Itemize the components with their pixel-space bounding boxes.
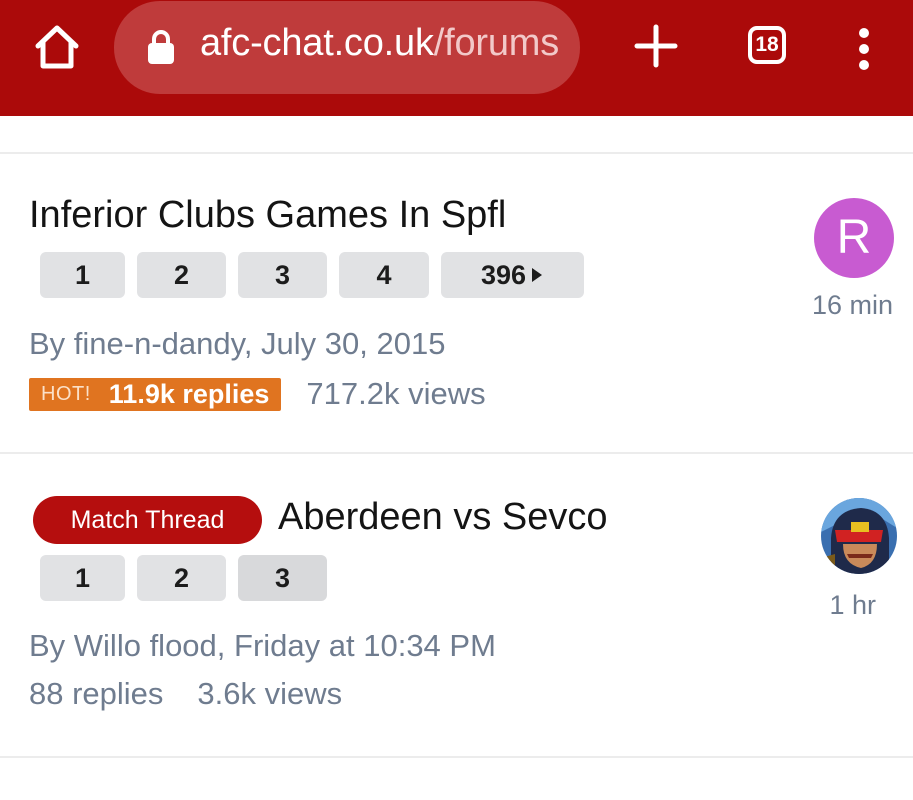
page-link-label: 396 xyxy=(480,259,527,290)
url-path: /forums xyxy=(433,22,560,64)
match-thread-prefix[interactable]: Match Thread xyxy=(33,496,262,544)
plus-icon[interactable] xyxy=(632,22,680,70)
page-links: 1 2 3 4 396 xyxy=(40,252,584,298)
caret-right-icon xyxy=(532,268,543,282)
thread-stats: 88 replies 3.6k views xyxy=(29,676,342,712)
last-page-link[interactable]: 396 xyxy=(441,252,584,298)
url-text[interactable]: afc-chat.co.uk/forums xyxy=(200,22,566,65)
view-count: 717.2k views xyxy=(306,376,486,411)
last-post-time[interactable]: 1 hr xyxy=(829,590,876,621)
page-links: 1 2 3 xyxy=(40,555,327,601)
more-vert-icon[interactable] xyxy=(848,26,880,72)
lock-icon xyxy=(147,29,175,65)
page-link[interactable]: 3 xyxy=(238,555,327,601)
page-link[interactable]: 1 xyxy=(40,555,125,601)
thread-row[interactable]: Match Thread Aberdeen vs Sevco 1 2 3 By … xyxy=(0,454,913,756)
thread-byline: By fine-n-dandy, July 30, 2015 xyxy=(29,326,446,361)
view-count: 3.6k views xyxy=(197,676,343,711)
page-link[interactable]: 4 xyxy=(339,252,429,298)
avatar[interactable]: R xyxy=(814,198,894,278)
thread-title[interactable]: Inferior Clubs Games In Spfl xyxy=(29,194,506,237)
hot-badge: HOT! 11.9k replies xyxy=(29,377,282,411)
thread-row[interactable]: Inferior Clubs Games In Spfl 1 2 3 4 396… xyxy=(0,154,913,452)
reply-count: 88 replies xyxy=(29,676,164,711)
judge-dredd-avatar-icon[interactable] xyxy=(821,498,897,574)
last-post-time[interactable]: 16 min xyxy=(812,290,893,321)
url-domain: afc-chat.co.uk xyxy=(200,22,434,64)
home-icon[interactable] xyxy=(32,22,82,72)
tabs-icon[interactable]: 18 xyxy=(748,26,786,64)
page-link[interactable]: 2 xyxy=(137,252,226,298)
browser-toolbar: afc-chat.co.uk/forums 18 xyxy=(0,0,913,116)
thread-title[interactable]: Aberdeen vs Sevco xyxy=(278,496,608,539)
hot-label: HOT! xyxy=(41,382,91,405)
thread-stats: HOT! 11.9k replies 717.2k views xyxy=(29,376,486,412)
address-bar[interactable]: afc-chat.co.uk/forums xyxy=(114,1,580,94)
thread-byline: By Willo flood, Friday at 10:34 PM xyxy=(29,628,496,663)
page-link[interactable]: 1 xyxy=(40,252,125,298)
page-link[interactable]: 3 xyxy=(238,252,327,298)
divider xyxy=(0,756,913,758)
page-link[interactable]: 2 xyxy=(137,555,226,601)
reply-count: 11.9k replies xyxy=(108,378,270,409)
